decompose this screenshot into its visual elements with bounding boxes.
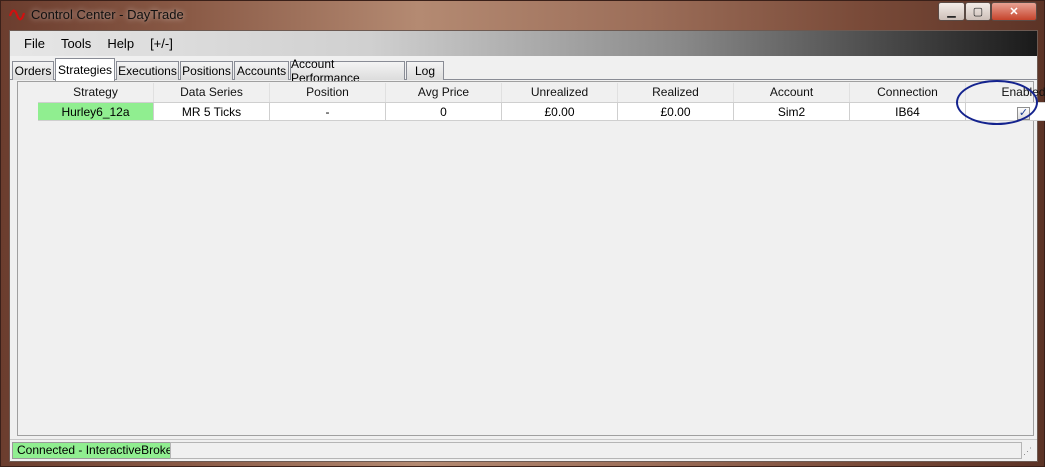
tab-strategies[interactable]: Strategies <box>55 58 115 81</box>
minimize-button[interactable]: ▁ <box>938 2 965 21</box>
maximize-button[interactable]: ▢ <box>965 2 991 21</box>
menu-bar: File Tools Help [+/-] <box>10 31 1037 56</box>
column-header-position[interactable]: Position <box>270 83 386 102</box>
control-center-window: Control Center - DayTrade ▁ ▢ ✕ File Too… <box>0 0 1045 467</box>
menu-file[interactable]: File <box>16 36 53 51</box>
annotation-ellipse <box>956 80 1038 125</box>
table-row[interactable]: Hurley6_12a MR 5 Ticks - 0 £0.00 £0.00 S… <box>38 102 1045 121</box>
resize-grip-icon[interactable]: ⋰ <box>1023 447 1035 459</box>
position-cell[interactable]: - <box>270 103 386 120</box>
window-title: Control Center - DayTrade <box>31 7 184 22</box>
data-series-cell[interactable]: MR 5 Ticks <box>154 103 270 120</box>
column-header-data-series[interactable]: Data Series <box>154 83 270 102</box>
unrealized-cell[interactable]: £0.00 <box>502 103 618 120</box>
tab-account-performance[interactable]: Account Performance <box>290 57 405 85</box>
avg-price-cell[interactable]: 0 <box>386 103 502 120</box>
column-header-account[interactable]: Account <box>734 83 850 102</box>
ninjatrader-wave-icon <box>9 9 25 21</box>
grid-header: Strategy Data Series Position Avg Price … <box>38 83 1045 102</box>
column-header-avg-price[interactable]: Avg Price <box>386 83 502 102</box>
column-header-connection[interactable]: Connection <box>850 83 966 102</box>
menu-tools[interactable]: Tools <box>53 36 99 51</box>
tab-log[interactable]: Log <box>406 61 444 80</box>
title-bar[interactable]: Control Center - DayTrade ▁ ▢ ✕ <box>1 1 1044 29</box>
tab-positions[interactable]: Positions <box>180 61 233 80</box>
status-panel <box>170 442 1022 459</box>
column-header-strategy[interactable]: Strategy <box>38 83 154 102</box>
strategy-cell[interactable]: Hurley6_12a <box>38 103 154 120</box>
tab-orders[interactable]: Orders <box>12 61 54 80</box>
account-cell[interactable]: Sim2 <box>734 103 850 120</box>
realized-cell[interactable]: £0.00 <box>618 103 734 120</box>
close-button[interactable]: ✕ <box>991 2 1037 21</box>
client-area: File Tools Help [+/-] Orders Strategies … <box>9 30 1045 462</box>
tab-accounts[interactable]: Accounts <box>234 61 289 80</box>
connection-cell[interactable]: IB64 <box>850 103 966 120</box>
column-header-realized[interactable]: Realized <box>618 83 734 102</box>
column-header-unrealized[interactable]: Unrealized <box>502 83 618 102</box>
menu-help[interactable]: Help <box>99 36 142 51</box>
tab-executions[interactable]: Executions <box>116 61 179 80</box>
menu-toggle[interactable]: [+/-] <box>142 36 181 51</box>
strategies-panel: Strategy Data Series Position Avg Price … <box>17 80 1045 436</box>
connection-status: Connected - InteractiveBrokers <box>12 442 188 459</box>
tab-strip: Orders Strategies Executions Positions A… <box>10 57 1037 85</box>
status-bar: Connected - InteractiveBrokers ⋰ <box>10 439 1037 461</box>
